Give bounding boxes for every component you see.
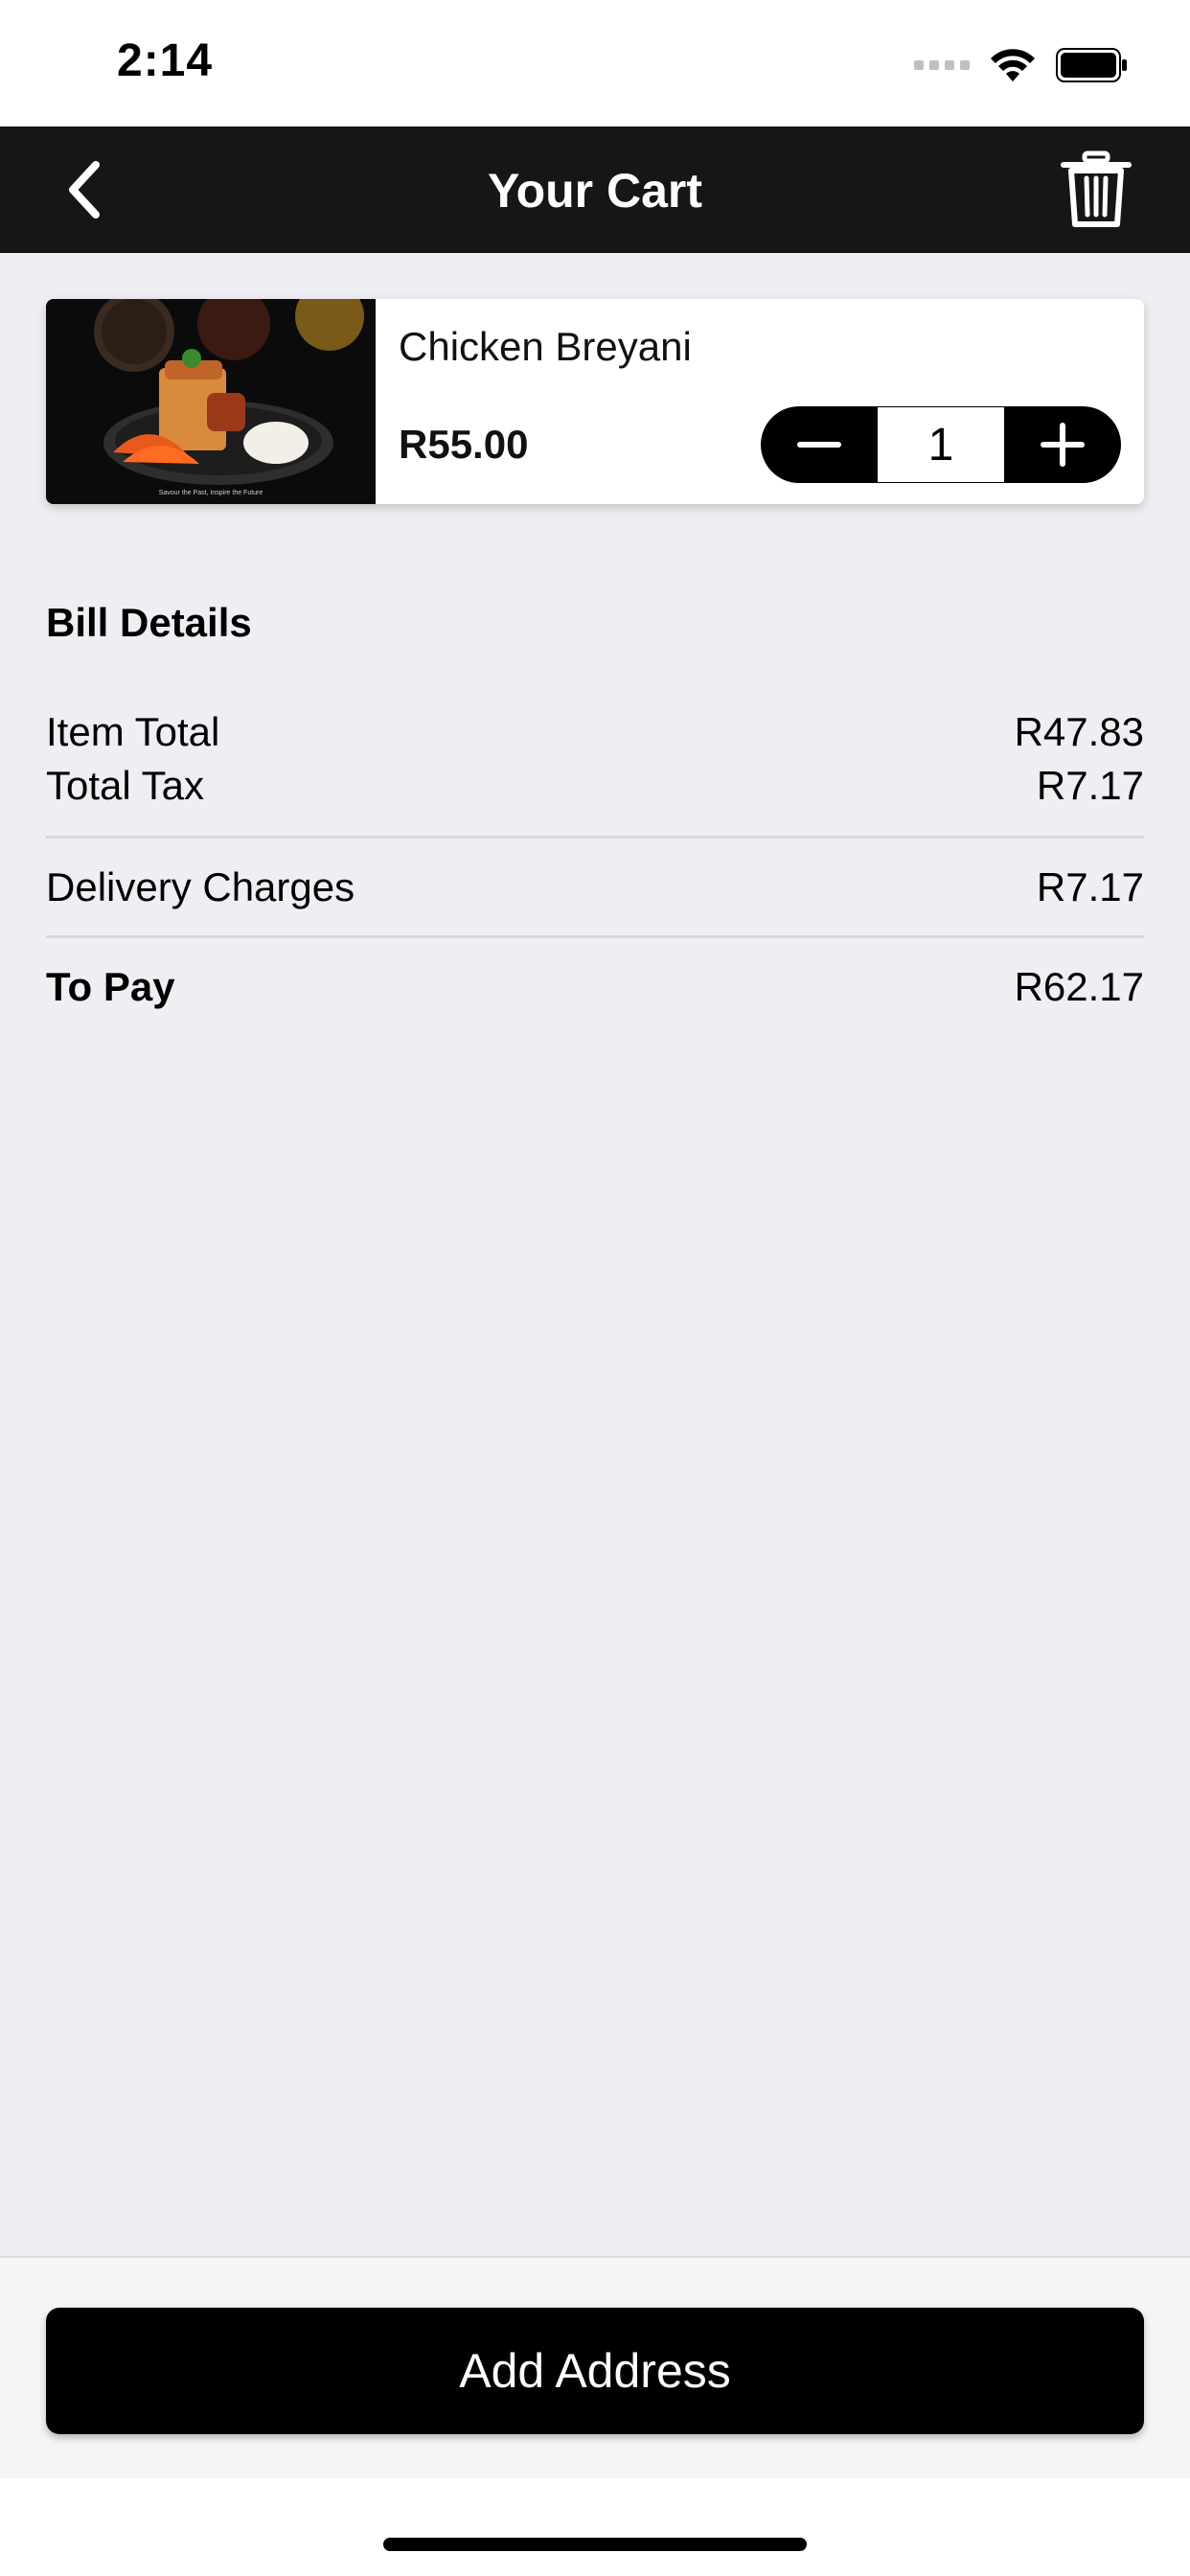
bill-label: Total Tax: [46, 763, 204, 808]
battery-icon: [1056, 48, 1127, 82]
clear-cart-button[interactable]: [1056, 150, 1136, 230]
image-caption: Savour the Past, Inspire the Future: [159, 490, 263, 496]
add-address-button[interactable]: Add Address: [46, 2308, 1144, 2434]
plus-icon: [1041, 423, 1085, 467]
footer: Add Address: [0, 2256, 1190, 2478]
divider: [46, 935, 1144, 938]
bill-row-delivery-charges: Delivery Charges R7.17: [46, 864, 1144, 910]
bill-row-item-total: Item Total R47.83: [46, 709, 1144, 755]
page-title: Your Cart: [487, 164, 703, 218]
status-bar: 2:14: [0, 0, 1190, 126]
status-icons: [914, 46, 1129, 84]
bill-row-to-pay: To Pay R62.17: [46, 964, 1144, 1010]
nav-bar: Your Cart: [0, 126, 1190, 253]
minus-icon: [797, 442, 841, 448]
trash-icon: [1061, 150, 1132, 227]
bill-row-total-tax: Total Tax R7.17: [46, 763, 1144, 809]
status-time: 2:14: [117, 35, 214, 86]
bill-label: Delivery Charges: [46, 864, 355, 909]
decrease-quantity-button[interactable]: [761, 406, 878, 483]
increase-quantity-button[interactable]: [1004, 406, 1121, 483]
bill-value: R7.17: [1036, 763, 1144, 808]
cellular-signal-icon: [914, 60, 970, 70]
bill-label: Item Total: [46, 709, 220, 754]
quantity-stepper: 1: [761, 406, 1121, 483]
cart-item-card: Savour the Past, Inspire the Future Chic…: [46, 299, 1144, 504]
bill-value: R47.83: [1014, 709, 1144, 754]
home-indicator-area: [0, 2478, 1190, 2576]
item-name: Chicken Breyani: [399, 324, 692, 369]
bill-value: R62.17: [1014, 964, 1144, 1009]
divider: [46, 836, 1144, 839]
bill-details-title: Bill Details: [46, 600, 252, 645]
wifi-icon: [991, 49, 1035, 81]
bill-label: To Pay: [46, 964, 175, 1009]
home-indicator[interactable]: [383, 2538, 807, 2551]
food-image: Savour the Past, Inspire the Future: [46, 299, 376, 504]
quantity-value: 1: [878, 407, 1004, 482]
item-price: R55.00: [399, 422, 529, 467]
bill-value: R7.17: [1036, 864, 1144, 909]
